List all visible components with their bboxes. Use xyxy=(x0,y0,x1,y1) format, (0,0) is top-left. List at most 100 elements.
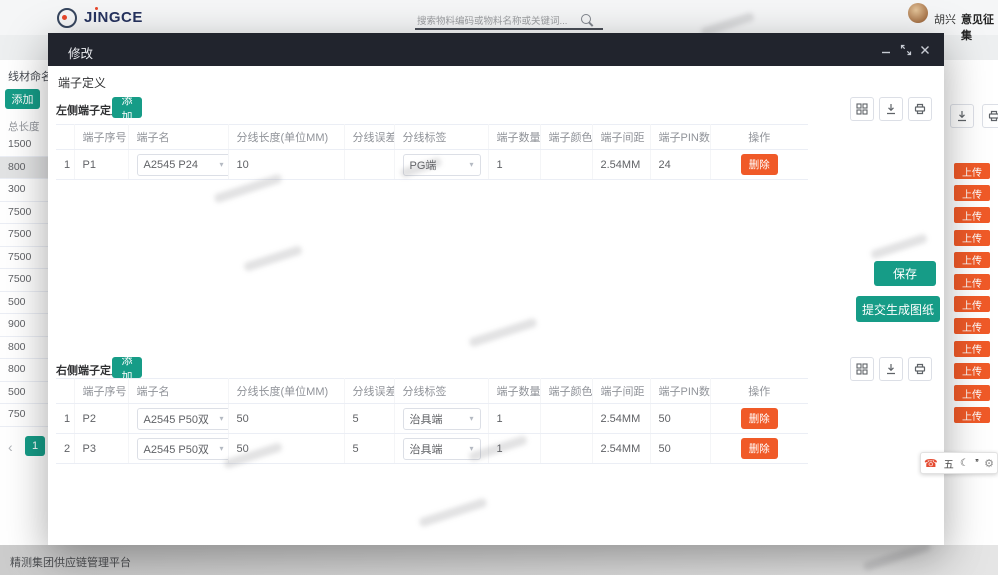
floating-toolbar: ☎ 五 ☾ ’’ ⚙ xyxy=(920,452,998,474)
length-cell: 50 xyxy=(228,404,344,434)
length-cell[interactable]: 750 xyxy=(0,404,48,427)
chevron-down-icon: ▾ xyxy=(219,160,223,169)
upload-button[interactable]: 上传 xyxy=(954,230,990,246)
column-header xyxy=(56,125,74,150)
column-header: 端子PIN数 xyxy=(650,379,710,404)
upload-button[interactable]: 上传 xyxy=(954,163,990,179)
column-settings-icon[interactable] xyxy=(850,357,874,381)
column-header: 端子序号 xyxy=(74,379,128,404)
add-wire-button[interactable]: 添加 xyxy=(5,89,40,109)
column-settings-icon[interactable] xyxy=(850,97,874,121)
upload-button[interactable]: 上传 xyxy=(954,207,990,223)
phone-icon[interactable]: ☎ xyxy=(924,457,938,470)
print-icon[interactable] xyxy=(908,357,932,381)
select-value: A2545 P50双 xyxy=(144,411,209,427)
length-cell[interactable]: 800 xyxy=(0,157,48,180)
save-button[interactable]: 保存 xyxy=(874,261,936,286)
add-right-terminal-button[interactable]: 添加 xyxy=(112,357,142,378)
download-icon[interactable] xyxy=(950,104,974,128)
delete-button[interactable]: 删除 xyxy=(741,438,778,459)
chevron-down-icon: ▾ xyxy=(219,414,223,423)
length-cell[interactable]: 1500 xyxy=(0,134,48,157)
watermark-smudge xyxy=(418,497,487,527)
upload-button[interactable]: 上传 xyxy=(954,407,990,423)
length-cell[interactable]: 7500 xyxy=(0,269,48,292)
print-icon[interactable] xyxy=(908,97,932,121)
length-cell[interactable]: 800 xyxy=(0,359,48,382)
length-cell[interactable]: 500 xyxy=(0,292,48,315)
maximize-icon[interactable] xyxy=(900,44,912,56)
footer-bar: 精测集团供应链管理平台 xyxy=(0,545,998,575)
download-icon[interactable] xyxy=(879,97,903,121)
submit-generate-drawing-button[interactable]: 提交生成图纸 xyxy=(856,296,940,322)
search-icon[interactable] xyxy=(581,14,591,24)
modal-body: 端子定义 左侧端子定义 添加 端子序号端子名分线长度(单位MM)分线误差分线标签… xyxy=(48,66,944,545)
print-icon[interactable] xyxy=(982,104,998,128)
length-cell[interactable]: 300 xyxy=(0,179,48,202)
index-cell: 1 xyxy=(56,150,74,180)
column-header: 端子颜色 xyxy=(540,379,592,404)
length-cell[interactable]: 7500 xyxy=(0,202,48,225)
color-cell xyxy=(540,150,592,180)
right-table-toolbar xyxy=(850,357,932,381)
quote-icon[interactable]: ’’ xyxy=(975,458,978,469)
table-row: 2P3A2545 P50双▾505治具端▾12.54MM50删除 xyxy=(56,434,808,464)
upload-button[interactable]: 上传 xyxy=(954,385,990,401)
search-input[interactable]: 搜索物料编码或物料名称或关键词... xyxy=(417,13,567,27)
avatar[interactable] xyxy=(908,3,928,23)
column-header: 端子名 xyxy=(128,379,228,404)
branch-label-select[interactable]: 治具端▾ xyxy=(403,408,481,430)
app-root: JINGCE 搜索物料编码或物料名称或关键词... 胡兴 意见征集 线材命名 添… xyxy=(0,0,998,575)
column-header: 端子颜色 xyxy=(540,125,592,150)
minimize-icon[interactable] xyxy=(880,44,892,56)
download-icon[interactable] xyxy=(879,357,903,381)
chevron-down-icon: ▾ xyxy=(219,444,223,453)
tolerance-cell: 5 xyxy=(344,434,394,464)
modal-header: 修改 xyxy=(48,33,944,66)
column-header: 端子序号 xyxy=(74,125,128,150)
pagination-prev-icon[interactable]: ‹ xyxy=(8,439,13,455)
terminal-name-select[interactable]: A2545 P50双 ▾ xyxy=(137,438,229,460)
terminal-name-select[interactable]: A2545 P50双 ▾ xyxy=(137,408,229,430)
qty-cell: 1 xyxy=(488,150,540,180)
delete-button[interactable]: 删除 xyxy=(741,154,778,175)
column-header: 分线标签 xyxy=(394,125,488,150)
upload-button[interactable]: 上传 xyxy=(954,363,990,379)
length-cell[interactable]: 7500 xyxy=(0,224,48,247)
select-value: A2545 P50双 xyxy=(144,441,209,457)
length-cell[interactable]: 900 xyxy=(0,314,48,337)
pitch-cell: 2.54MM xyxy=(592,434,650,464)
add-left-terminal-button[interactable]: 添加 xyxy=(112,97,142,118)
upload-button[interactable]: 上传 xyxy=(954,252,990,268)
hanzi-tool-icon[interactable]: 五 xyxy=(944,456,954,471)
delete-button[interactable]: 删除 xyxy=(741,408,778,429)
column-header: 端子间距 xyxy=(592,125,650,150)
upload-button[interactable]: 上传 xyxy=(954,318,990,334)
modal-dialog: 修改 端子定义 左侧端子定义 添加 xyxy=(48,33,944,545)
length-cell[interactable]: 7500 xyxy=(0,247,48,270)
pagination-page-1[interactable]: 1 xyxy=(25,436,45,456)
terminal-name-select[interactable]: A2545 P24▾ xyxy=(137,154,229,176)
upload-button[interactable]: 上传 xyxy=(954,274,990,290)
action-cell: 删除 xyxy=(710,150,808,180)
table-row: 1P2A2545 P50双▾505治具端▾12.54MM50删除 xyxy=(56,404,808,434)
column-header: 端子数量 xyxy=(488,379,540,404)
gear-icon[interactable]: ⚙ xyxy=(984,457,994,470)
username-label[interactable]: 胡兴 xyxy=(934,11,956,27)
upload-button[interactable]: 上传 xyxy=(954,185,990,201)
pitch-cell: 2.54MM xyxy=(592,150,650,180)
length-cell[interactable]: 800 xyxy=(0,337,48,360)
close-icon[interactable] xyxy=(919,44,931,56)
length-cell[interactable]: 500 xyxy=(0,382,48,405)
right-terminal-table: 端子序号端子名分线长度(单位MM)分线误差分线标签端子数量端子颜色端子间距端子P… xyxy=(56,378,808,464)
length-list: 1500800300750075007500750050090080080050… xyxy=(0,134,48,427)
action-cell: 删除 xyxy=(710,434,808,464)
label-cell: 治具端▾ xyxy=(394,404,488,434)
upload-button[interactable]: 上传 xyxy=(954,296,990,312)
qty-cell: 1 xyxy=(488,404,540,434)
feedback-link[interactable]: 意见征集 xyxy=(961,11,998,43)
logo-icon xyxy=(57,8,77,28)
upload-button[interactable]: 上传 xyxy=(954,341,990,357)
color-cell xyxy=(540,434,592,464)
moon-icon[interactable]: ☾ xyxy=(960,458,969,469)
